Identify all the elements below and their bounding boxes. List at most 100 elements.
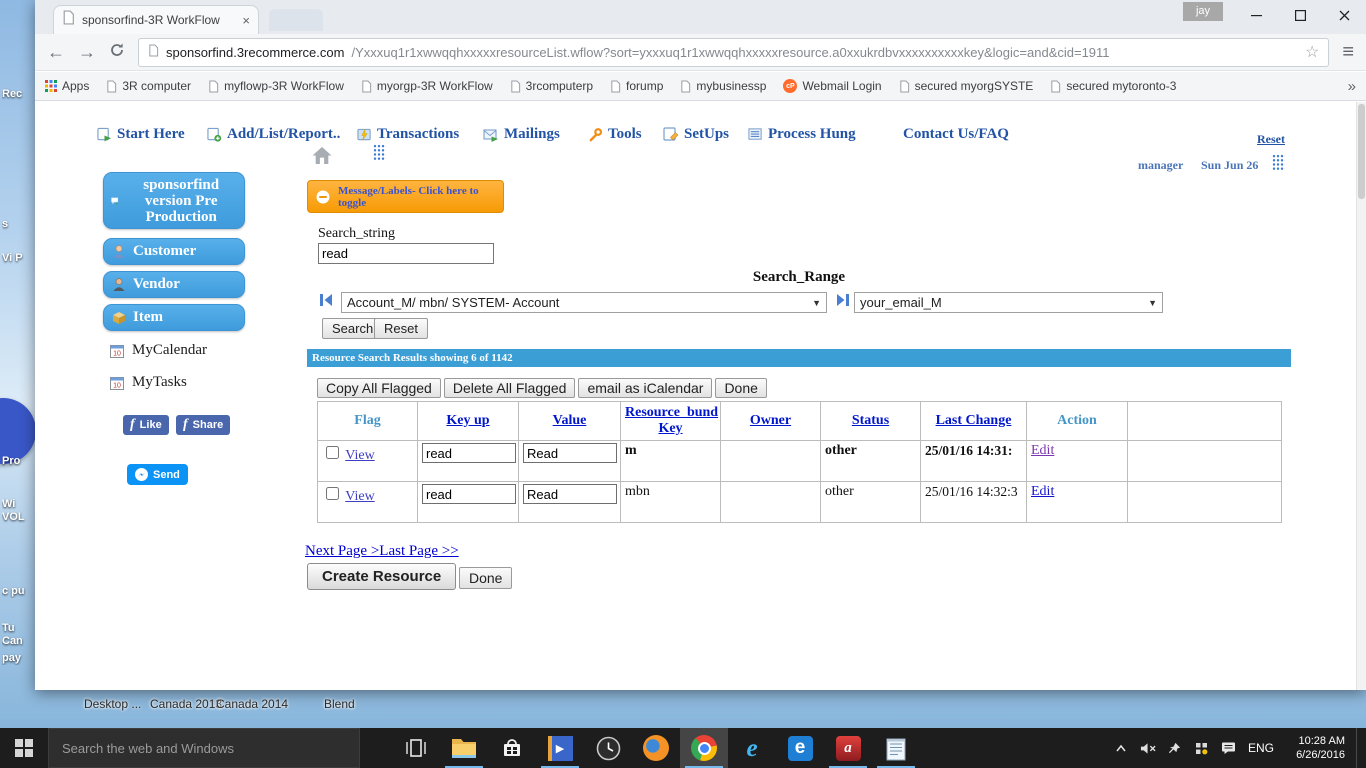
- task-view-button[interactable]: [392, 728, 440, 768]
- internet-explorer-button[interactable]: e: [728, 728, 776, 768]
- row-value-input[interactable]: [523, 484, 617, 504]
- nav-add-list-report[interactable]: Add/List/Report..: [207, 126, 340, 143]
- sidebar-item-item[interactable]: Item: [103, 304, 245, 331]
- desktop-folder-label[interactable]: Canada 2013: [150, 697, 222, 711]
- row-flag-checkbox[interactable]: [326, 487, 339, 500]
- edit-link[interactable]: Edit: [1031, 443, 1054, 458]
- desktop-icon-label[interactable]: Tu Can: [2, 622, 36, 648]
- bookmark-star-icon[interactable]: ☆: [1305, 42, 1319, 62]
- col-status[interactable]: Status: [852, 413, 889, 428]
- page-scrollbar[interactable]: [1356, 102, 1366, 690]
- desktop-icon-label[interactable]: Vi P: [2, 252, 36, 265]
- sidebar-item-customer[interactable]: Customer: [103, 238, 245, 265]
- desktop-folder-label[interactable]: Desktop ...: [84, 697, 141, 711]
- facebook-share-button[interactable]: f Share: [176, 415, 230, 435]
- edge-button[interactable]: e: [776, 728, 824, 768]
- reset-session-link[interactable]: Reset: [1257, 132, 1285, 147]
- bookmark-item[interactable]: 3rcomputerp: [510, 79, 593, 93]
- home-icon[interactable]: [311, 146, 333, 170]
- nav-tools[interactable]: Tools: [588, 126, 642, 143]
- reset-button[interactable]: Reset: [374, 318, 428, 339]
- action-center-icon[interactable]: [1221, 741, 1237, 755]
- notepad-button[interactable]: [872, 728, 920, 768]
- volume-muted-icon[interactable]: [1140, 742, 1156, 755]
- create-resource-button[interactable]: Create Resource: [307, 563, 456, 590]
- bookmark-apps[interactable]: Apps: [45, 79, 89, 93]
- close-button[interactable]: [1322, 0, 1366, 30]
- nav-mailings[interactable]: Mailings: [483, 126, 560, 143]
- firefox-button[interactable]: [632, 728, 680, 768]
- back-icon[interactable]: ←: [47, 43, 65, 61]
- nav-start-here[interactable]: Start Here: [97, 126, 185, 143]
- browser-menu-icon[interactable]: ≡: [1342, 41, 1354, 64]
- show-desktop-button[interactable]: [1356, 728, 1362, 768]
- bookmark-item[interactable]: forump: [610, 79, 663, 93]
- maximize-button[interactable]: [1278, 0, 1322, 30]
- bookmark-item[interactable]: mybusinessp: [680, 79, 766, 93]
- tray-chevron-up-icon[interactable]: [1113, 744, 1129, 753]
- delete-all-flagged-button[interactable]: Delete All Flagged: [444, 378, 576, 398]
- page-icon[interactable]: [148, 44, 159, 60]
- desktop-icon-label[interactable]: Pro: [2, 455, 36, 468]
- nav-contact-us[interactable]: Contact Us/FAQ: [903, 126, 1009, 143]
- dotted-grid-icon[interactable]: [373, 144, 386, 161]
- bookmark-item[interactable]: secured mytoronto-3: [1050, 79, 1176, 93]
- copy-all-flagged-button[interactable]: Copy All Flagged: [317, 378, 441, 398]
- range-select-1[interactable]: Account_M/ mbn/ SYSTEM- Account ▼: [341, 292, 827, 313]
- store-button[interactable]: [488, 728, 536, 768]
- row-flag-checkbox[interactable]: [326, 446, 339, 459]
- scrollbar-thumb[interactable]: [1358, 104, 1365, 199]
- alarms-clock-button[interactable]: [584, 728, 632, 768]
- done-bulk-button[interactable]: Done: [715, 378, 766, 398]
- sidebar-link-mytasks[interactable]: 10 MyTasks: [109, 374, 187, 391]
- search-string-input[interactable]: [318, 243, 494, 264]
- taskbar-clock[interactable]: 10:28 AM 6/26/2016: [1285, 734, 1345, 762]
- profile-badge[interactable]: jay: [1183, 2, 1223, 21]
- bookmark-item[interactable]: myorgp-3R WorkFlow: [361, 79, 493, 93]
- sidebar-link-mycalendar[interactable]: 10 MyCalendar: [109, 342, 207, 359]
- col-resource-bundle-key[interactable]: Resource_bund Key: [625, 405, 718, 436]
- sidebar-item-version[interactable]: sponsorfind version Pre Production: [103, 172, 245, 229]
- desktop-icon-label[interactable]: c pu: [2, 585, 36, 598]
- address-bar[interactable]: sponsorfind.3recommerce.com /Yxxxuq1r1xw…: [138, 38, 1329, 67]
- desktop-icon-label[interactable]: s: [2, 218, 36, 231]
- done-button[interactable]: Done: [459, 567, 512, 589]
- start-button[interactable]: [0, 728, 48, 768]
- message-labels-toggle[interactable]: Message/Labels- Click here to toggle: [307, 180, 504, 213]
- desktop-folder-label[interactable]: Canada 2014: [216, 697, 288, 711]
- bookmarks-overflow-icon[interactable]: »: [1348, 78, 1356, 95]
- bookmark-item[interactable]: 3R computer: [106, 79, 191, 93]
- sidebar-item-vendor[interactable]: Vendor: [103, 271, 245, 298]
- skip-back-icon[interactable]: [319, 293, 334, 312]
- desktop-icon-label[interactable]: Rec: [2, 88, 36, 101]
- col-key-up[interactable]: Key up: [446, 413, 489, 428]
- row-key-input[interactable]: [422, 484, 516, 504]
- messenger-send-button[interactable]: Send: [127, 464, 188, 485]
- new-tab-button[interactable]: [269, 9, 323, 31]
- chrome-button[interactable]: [680, 728, 728, 768]
- nav-transactions[interactable]: Transactions: [357, 126, 459, 143]
- edit-link[interactable]: Edit: [1031, 484, 1054, 499]
- language-indicator[interactable]: ENG: [1248, 741, 1274, 755]
- nav-process-hung[interactable]: Process Hung: [748, 126, 856, 143]
- col-value[interactable]: Value: [553, 413, 587, 428]
- minimize-button[interactable]: [1234, 0, 1278, 30]
- col-owner[interactable]: Owner: [750, 413, 791, 428]
- tab-close-icon[interactable]: ×: [242, 13, 250, 28]
- bookmark-webmail[interactable]: cPWebmail Login: [783, 79, 881, 93]
- facebook-like-button[interactable]: f Like: [123, 415, 169, 435]
- browser-tab[interactable]: sponsorfind-3R WorkFlow ×: [53, 5, 259, 34]
- row-value-input[interactable]: [523, 443, 617, 463]
- location-pin-icon[interactable]: [1167, 742, 1183, 755]
- nav-setups[interactable]: SetUps: [663, 126, 729, 143]
- bookmark-item[interactable]: secured myorgSYSTE: [899, 79, 1034, 93]
- bookmark-item[interactable]: myflowp-3R WorkFlow: [208, 79, 344, 93]
- col-last-change[interactable]: Last Change: [936, 413, 1012, 428]
- reload-icon[interactable]: [109, 42, 125, 63]
- media-player-button[interactable]: ▶: [536, 728, 584, 768]
- next-page-link[interactable]: Next Page >: [305, 543, 379, 559]
- desktop-folder-label[interactable]: Blend: [324, 697, 355, 711]
- dotted-grid-icon[interactable]: [1272, 154, 1285, 171]
- email-icalendar-button[interactable]: email as iCalendar: [578, 378, 712, 398]
- taskbar-search[interactable]: Search the web and Windows: [48, 728, 360, 768]
